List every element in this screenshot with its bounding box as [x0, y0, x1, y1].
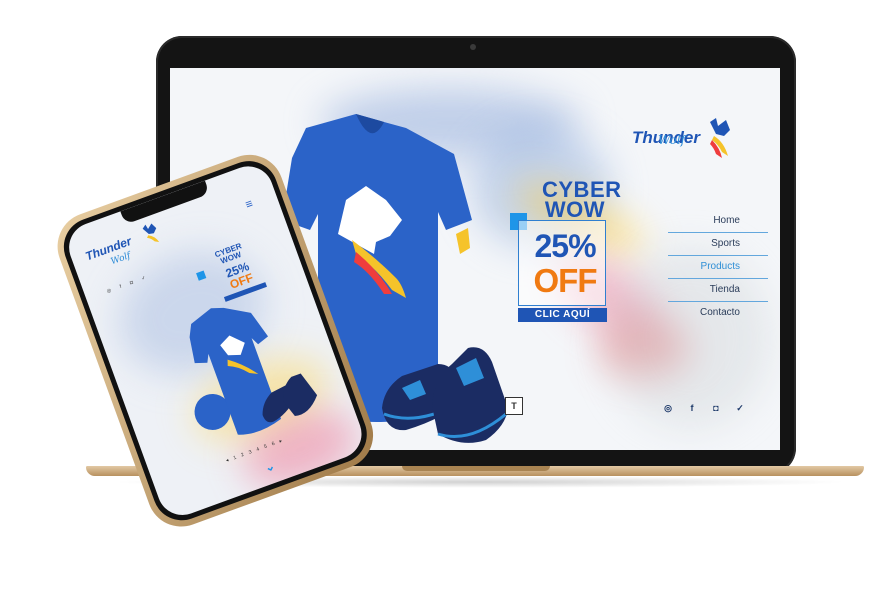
camera-dot	[470, 44, 476, 50]
site-nav: Home Sports Products Tienda Contacto	[668, 210, 768, 324]
mobile-wolf-logo-icon	[142, 223, 160, 242]
t-badge[interactable]: T	[505, 397, 523, 415]
facebook-icon[interactable]: f	[687, 403, 697, 414]
wolf-logo-icon	[710, 118, 730, 158]
nav-item-products[interactable]: Products	[668, 256, 768, 279]
whatsapp-icon[interactable]: ◎	[663, 403, 673, 414]
logo-subtext-wrap: Wolf	[658, 133, 685, 147]
promo-percent: 25%	[534, 228, 596, 264]
nav-item-tienda[interactable]: Tienda	[668, 279, 768, 302]
nav-item-sports[interactable]: Sports	[668, 233, 768, 256]
hamburger-icon[interactable]: ≡	[243, 196, 254, 212]
promo-title-line2: WOW	[544, 197, 606, 222]
nav-item-home[interactable]: Home	[668, 210, 768, 233]
clic-aqui-button[interactable]: CLIC AQUÍ	[518, 308, 607, 322]
social-links: ◎ f ◘ ✓	[663, 403, 745, 414]
mobile-logo[interactable]: Thunder Wolf	[83, 232, 138, 275]
logo-subtext: Wolf	[658, 133, 686, 147]
promo-title: CYBER WOW	[542, 179, 621, 222]
promo-off: OFF	[533, 262, 598, 299]
instagram-icon[interactable]: ◘	[711, 403, 721, 414]
laptop-base-notch	[402, 466, 550, 471]
nav-item-contacto[interactable]: Contacto	[668, 302, 768, 324]
twitter-icon[interactable]: ✓	[735, 403, 745, 414]
